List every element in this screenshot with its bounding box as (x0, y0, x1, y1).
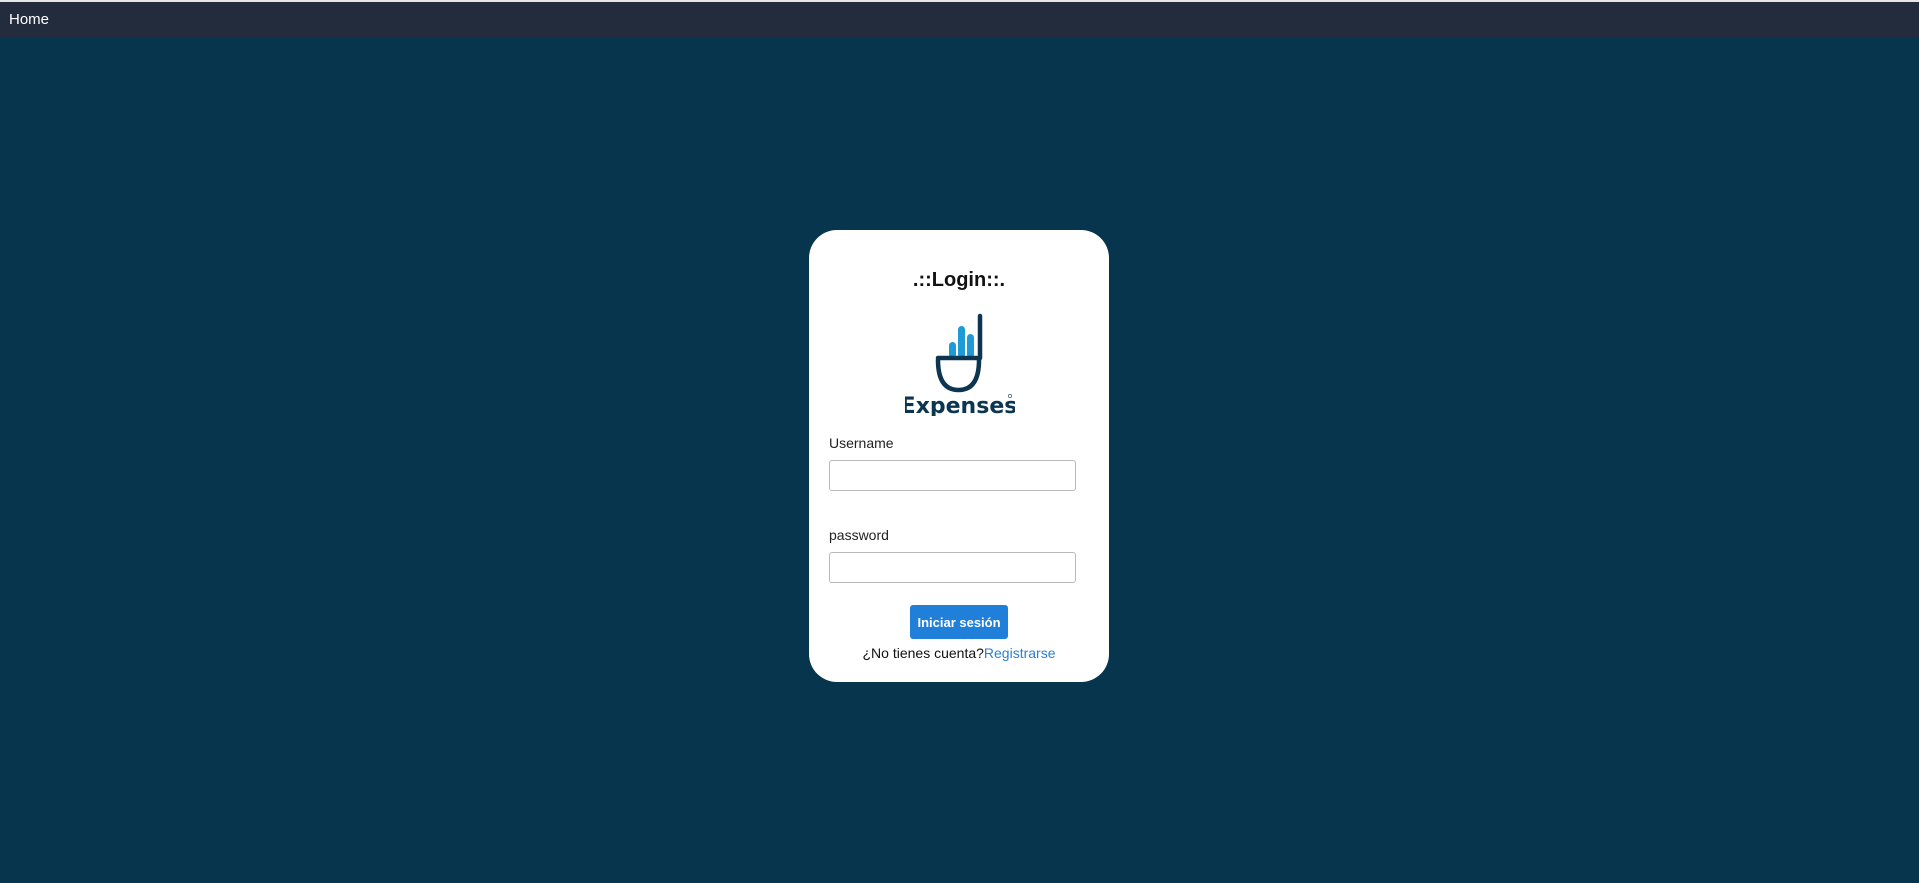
signup-prompt: ¿No tienes cuenta?Registrarse (809, 645, 1109, 661)
login-title: .::Login::. (912, 269, 1006, 291)
logo-bar-small (949, 342, 956, 358)
logo-bar-medium (967, 334, 974, 358)
username-input[interactable] (829, 460, 1076, 491)
password-label: password (829, 527, 889, 543)
logo-bar-tall (958, 326, 965, 358)
login-card: .::Login::. Expenses Username password I… (809, 230, 1109, 682)
username-label: Username (829, 435, 894, 451)
register-link[interactable]: Registrarse (984, 645, 1056, 661)
expenses-logo: Expenses (905, 313, 1015, 416)
no-account-text: ¿No tienes cuenta? (862, 645, 984, 661)
home-link[interactable]: Home (9, 11, 49, 28)
top-navbar: Home (0, 0, 1919, 38)
logo-wordmark: Expenses (905, 394, 1015, 416)
password-input[interactable] (829, 552, 1076, 583)
login-button[interactable]: Iniciar sesión (910, 605, 1008, 639)
